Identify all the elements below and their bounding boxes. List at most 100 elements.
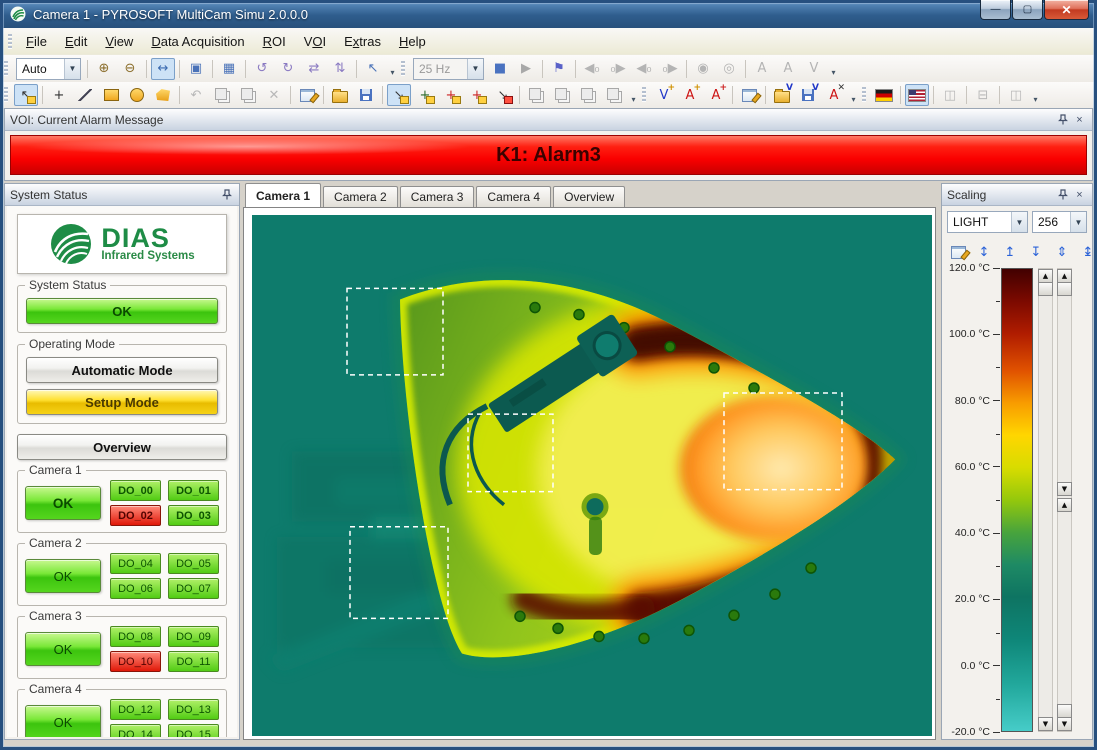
toolbar-overflow-icon[interactable]: ▾ [627,84,640,107]
toolbar-overflow-icon[interactable]: ▾ [827,57,840,80]
voi-panel-header[interactable]: VOI: Current Alarm Message × [5,109,1092,131]
draw-ellipse-icon[interactable] [125,84,149,106]
menu-view[interactable]: View [96,30,142,53]
palette-combo[interactable]: LIGHT ▼ [947,211,1028,233]
delete-icon[interactable]: ✕ [262,84,286,106]
undo-icon[interactable]: ↶ [184,84,208,106]
voi-delete-icon[interactable]: A✕ [822,84,846,106]
zoom-out-icon[interactable]: ⊖ [118,58,142,80]
rotate-left-icon[interactable]: ↺ [250,58,274,80]
zoom-in-icon[interactable]: ⊕ [92,58,116,80]
roi-paste-icon[interactable]: + [465,84,489,106]
roi-properties-icon[interactable] [295,84,319,106]
toolbar-overflow-icon[interactable]: ▾ [847,84,860,107]
record-stop-icon[interactable]: ◎ [717,58,741,80]
roi-copy-icon[interactable]: + [439,84,463,106]
spin-down-icon[interactable]: ▼ [1057,717,1072,731]
voi-properties-icon[interactable] [737,84,761,106]
roi-save-icon[interactable] [354,84,378,106]
camera-status-button[interactable]: OK [25,486,101,520]
grid-icon[interactable]: ▦ [217,58,241,80]
voi-new-icon[interactable]: V+ [652,84,676,106]
draw-polygon-icon[interactable] [151,84,175,106]
spin-up-icon[interactable]: ▲ [1038,269,1053,283]
full-image-icon[interactable]: ▣ [184,58,208,80]
alarm-next-icon[interactable]: ₀▶ [606,58,630,80]
automatic-mode-button[interactable]: Automatic Mode [26,357,218,383]
minimize-button[interactable]: — [980,0,1011,20]
menu-extras[interactable]: Extras [335,30,390,53]
arrange-down-icon[interactable] [602,84,626,106]
lower-limit-track[interactable]: ▲ ▼ ▲ ▼ [1057,268,1072,732]
draw-rectangle-icon[interactable] [99,84,123,106]
tab-camera-1[interactable]: Camera 1 [245,183,321,207]
spin-down-icon[interactable]: ▼ [1057,482,1072,496]
tab-overview[interactable]: Overview [553,186,625,207]
system-status-ok-button[interactable]: OK [26,298,218,324]
zoom-fit-icon[interactable]: ↔ [151,58,175,80]
voi-open-icon[interactable]: V [770,84,794,106]
spin-thumb[interactable] [1038,282,1053,296]
overview-button[interactable]: Overview [17,434,227,460]
alarm-last-icon[interactable]: ₀▶ [658,58,682,80]
copy-icon[interactable] [210,84,234,106]
record-icon[interactable]: ◉ [691,58,715,80]
frequency-combo[interactable]: 25 Hz▼ [413,58,484,80]
spin-thumb[interactable] [1057,704,1072,718]
menu-help[interactable]: Help [390,30,435,53]
title-bar[interactable]: Camera 1 - PYROSOFT MultiCam Simu 2.0.0.… [0,0,1097,28]
roi-new-icon[interactable]: + [413,84,437,106]
spin-up-icon[interactable]: ▲ [1057,498,1072,512]
layout-horizontal-icon[interactable]: ⊟ [971,84,995,106]
pin-icon[interactable] [1055,112,1070,127]
alarm-new-icon[interactable]: A+ [678,84,702,106]
camera-status-button[interactable]: OK [25,632,101,666]
language-english-icon[interactable] [905,84,929,106]
report-font-icon[interactable]: A [750,58,774,80]
close-icon[interactable]: × [1072,187,1087,202]
report-voi-icon[interactable]: V [802,58,826,80]
expand-range-icon[interactable]: ↕ [972,241,996,263]
stop-icon[interactable]: ■ [488,58,512,80]
pin-icon[interactable] [219,187,234,202]
camera-status-button[interactable]: OK [25,705,101,737]
arrange-back-icon[interactable] [550,84,574,106]
arrange-front-icon[interactable] [524,84,548,106]
tab-camera-3[interactable]: Camera 3 [400,186,475,207]
system-status-panel-header[interactable]: System Status [5,184,239,206]
scaling-panel-header[interactable]: Scaling × [942,184,1092,206]
menu-edit[interactable]: Edit [56,30,96,53]
menu-roi[interactable]: ROI [254,30,295,53]
upper-limit-icon[interactable]: ↥ [998,241,1022,263]
menu-voi[interactable]: VOI [295,30,335,53]
spin-down-icon[interactable]: ▼ [1038,717,1053,731]
alarm-first-icon[interactable]: ◀₀ [632,58,656,80]
toolbar-overflow-icon[interactable]: ▾ [1029,84,1042,107]
levels-combo[interactable]: 256 ▼ [1032,211,1087,233]
roi-delete-icon[interactable]: ↘ [491,84,515,106]
voi-save-icon[interactable]: V [796,84,820,106]
paste-icon[interactable] [236,84,260,106]
setup-mode-button[interactable]: Setup Mode [26,389,218,415]
spin-thumb[interactable] [1057,282,1072,296]
layout-split-icon[interactable]: ◫ [1004,84,1028,106]
menu-file[interactable]: File [17,30,56,53]
spin-up-icon[interactable]: ▲ [1057,269,1072,283]
mirror-horizontal-icon[interactable]: ⇄ [302,58,326,80]
thermal-image[interactable] [252,215,932,736]
maximize-button[interactable]: ▢ [1012,0,1043,20]
roi-open-icon[interactable] [328,84,352,106]
tab-camera-4[interactable]: Camera 4 [476,186,551,207]
flag-icon[interactable]: ⚑ [547,58,571,80]
layout-vertical-icon[interactable]: ◫ [938,84,962,106]
mirror-vertical-icon[interactable]: ⇅ [328,58,352,80]
zoom-level-combo[interactable]: Auto▼ [16,58,81,80]
auto-range-icon[interactable]: ⇕ [1050,241,1074,263]
menu-data-acquisition[interactable]: Data Acquisition [142,30,253,53]
close-button[interactable]: ✕ [1044,0,1089,20]
select-roi-icon[interactable]: ↖ [14,84,38,106]
alarm-add-icon[interactable]: A+ [704,84,728,106]
draw-line-icon[interactable] [73,84,97,106]
continuous-range-icon[interactable]: ↨ [1076,241,1097,263]
camera-status-button[interactable]: OK [25,559,101,593]
